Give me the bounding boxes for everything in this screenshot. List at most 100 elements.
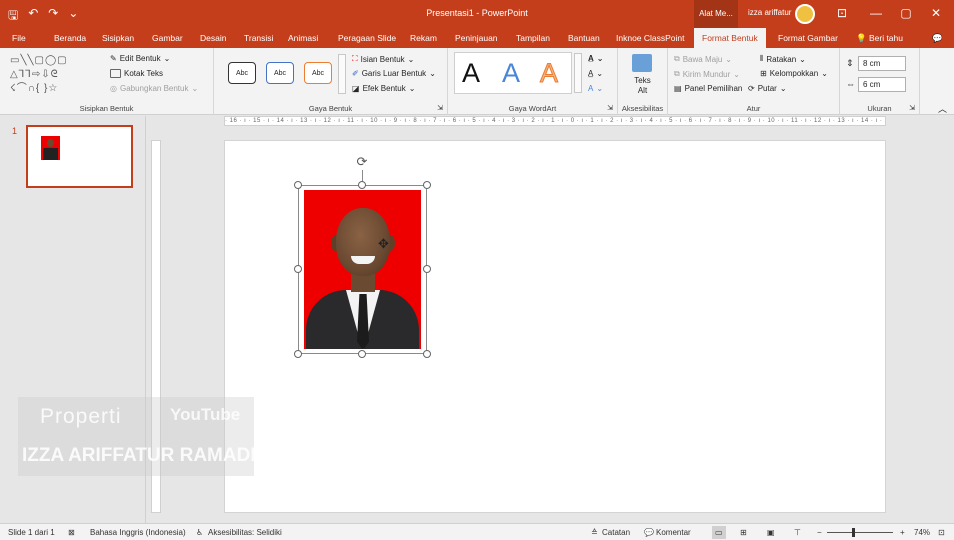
text-effects-icon: A — [588, 84, 594, 93]
fit-slide-icon[interactable]: ⊡ — [938, 528, 945, 537]
shape-style-preset-3[interactable]: Abc — [304, 62, 332, 84]
group-label: Atur — [746, 104, 761, 113]
resize-handle-top-right[interactable] — [423, 181, 431, 189]
bring-forward-label: Bawa Maju — [682, 54, 723, 64]
tab-animasi[interactable]: Animasi — [288, 28, 318, 48]
tab-format-gambar[interactable]: Format Gambar — [778, 28, 838, 48]
resize-handle-bottom-left[interactable] — [294, 350, 302, 358]
accessibility-status[interactable]: Aksesibilitas: Selidiki — [208, 528, 282, 537]
text-effects-button[interactable]: A ⌄ — [588, 84, 603, 93]
tab-transisi[interactable]: Transisi — [244, 28, 273, 48]
zoom-slider-thumb[interactable] — [852, 528, 855, 537]
tab-sisipkan[interactable]: Sisipkan — [102, 28, 134, 48]
maximize-icon[interactable]: ▢ — [896, 6, 916, 20]
text-outline-button[interactable]: A̲ ⌄ — [588, 69, 603, 78]
zoom-out-icon[interactable]: − — [817, 528, 822, 537]
slide-thumbnail[interactable] — [26, 125, 133, 188]
bring-forward-button[interactable]: ⧉ Bawa Maju ⌄ — [674, 54, 732, 64]
contextual-tab-media[interactable]: Alat Me... — [694, 0, 738, 28]
notes-button[interactable]: Catatan — [602, 528, 630, 537]
dialog-launcher-icon[interactable]: ⇲ — [909, 104, 915, 112]
rotate-handle-icon[interactable]: ⟳ — [355, 155, 369, 169]
zoom-slider[interactable] — [827, 532, 893, 533]
group-insert-shapes: ▭╲╲▢◯▢ △⅂⅂⇨⇩ᘓ ☇⌒∩{ }☆ ✎ Edit Bentuk ⌄ Kotak… — [0, 48, 214, 115]
text-box-icon — [110, 69, 121, 78]
selection-pane-button[interactable]: ▤ Panel Pemilihan — [674, 84, 742, 93]
text-box-button[interactable]: Kotak Teks — [110, 69, 163, 78]
shape-style-preset-2[interactable]: Abc — [266, 62, 294, 84]
normal-view-icon[interactable]: ▭ — [712, 526, 726, 539]
collapse-ribbon-icon[interactable]: ︿ — [938, 102, 947, 115]
send-backward-button[interactable]: ⧉ Kirim Mundur ⌄ — [674, 69, 740, 79]
selection-pane-label: Panel Pemilihan — [684, 84, 743, 93]
ribbon-display-icon[interactable]: ⊡ — [832, 6, 852, 20]
zoom-level[interactable]: 74% — [914, 528, 930, 537]
minimize-icon[interactable]: — — [866, 6, 886, 20]
group-label: Gaya WordArt — [508, 104, 557, 113]
resize-handle-bottom-right[interactable] — [423, 350, 431, 358]
resize-handle-top[interactable] — [358, 181, 366, 189]
edit-shape-button[interactable]: ✎ Edit Bentuk ⌄ — [110, 54, 170, 63]
group-label: Ukuran — [867, 104, 892, 113]
wordart-style-3[interactable]: A — [539, 58, 558, 89]
alt-text-button[interactable]: Teks Alt — [618, 76, 667, 96]
watermark-top: Properti — [40, 405, 122, 428]
shapes-gallery[interactable]: ▭╲╲▢◯▢ △⅂⅂⇨⇩ᘓ ☇⌒∩{ }☆ — [10, 54, 102, 96]
shape-style-preset-1[interactable]: Abc — [228, 62, 256, 84]
tab-peragaan-slide[interactable]: Peragaan Slide — [338, 28, 396, 48]
spellcheck-icon[interactable]: ⊠ — [68, 528, 75, 537]
group-button[interactable]: ⊞ Kelompokkan ⌄ — [760, 69, 828, 78]
tab-rekam[interactable]: Rekam — [410, 28, 437, 48]
dialog-launcher-icon[interactable]: ⇲ — [607, 104, 613, 112]
tab-file[interactable]: File — [12, 28, 26, 48]
zoom-in-icon[interactable]: + — [900, 528, 905, 537]
resize-handle-bottom[interactable] — [358, 350, 366, 358]
resize-handle-left[interactable] — [294, 265, 302, 273]
title-bar: 🖫 ↶ ↷ ⌄ Presentasi1 - PowerPoint Alat Me… — [0, 0, 954, 28]
tab-beranda[interactable]: Beranda — [54, 28, 86, 48]
close-icon[interactable]: ✕ — [926, 6, 946, 20]
tab-inknoe-classpoint[interactable]: Inknoe ClassPoint — [616, 28, 685, 48]
shape-outline-button[interactable]: ✐ Garis Luar Bentuk ⌄ — [352, 69, 436, 78]
send-backward-label: Kirim Mundur — [682, 69, 731, 79]
tell-me[interactable]: 💡 Beri tahu — [856, 28, 903, 48]
tab-desain[interactable]: Desain — [200, 28, 226, 48]
text-fill-button[interactable]: A̲ ⌄ — [588, 54, 603, 63]
tab-format-bentuk[interactable]: Format Bentuk — [694, 28, 766, 48]
group-label: Gaya Bentuk — [308, 104, 353, 113]
rotate-button[interactable]: ⟳ Putar ⌄ — [748, 84, 787, 93]
width-input[interactable]: 6 cm — [858, 77, 906, 92]
avatar[interactable] — [795, 4, 815, 24]
group-arrange: ⧉ Bawa Maju ⌄ ⧉ Kirim Mundur ⌄ ▤ Panel Pemi… — [668, 48, 840, 115]
group-accessibility: Teks Alt Aksesibilitas — [618, 48, 668, 115]
height-input[interactable]: 8 cm — [858, 56, 906, 71]
reading-view-icon[interactable]: ▣ — [767, 528, 775, 537]
resize-handle-top-left[interactable] — [294, 181, 302, 189]
tab-gambar[interactable]: Gambar — [152, 28, 183, 48]
tab-peninjauan[interactable]: Peninjauan — [455, 28, 498, 48]
comments-button[interactable]: Komentar — [656, 528, 691, 537]
merge-shapes-button[interactable]: ◎ Gabungkan Bentuk ⌄ — [110, 84, 198, 93]
tab-bantuan[interactable]: Bantuan — [568, 28, 600, 48]
resize-handle-right[interactable] — [423, 265, 431, 273]
group-label: Sisipkan Bentuk — [79, 104, 134, 113]
slideshow-icon[interactable]: ⊤ — [794, 528, 801, 537]
selection-frame — [298, 185, 427, 354]
wordart-scroll[interactable] — [574, 53, 582, 93]
dialog-launcher-icon[interactable]: ⇲ — [437, 104, 443, 112]
shape-effects-button[interactable]: ◪ Efek Bentuk ⌄ — [352, 84, 415, 93]
user-name[interactable]: izza ariffatur — [748, 8, 791, 17]
tab-tampilan[interactable]: Tampilan — [516, 28, 550, 48]
comments-icon[interactable]: 💬 — [932, 28, 943, 48]
comments-status-icon: 💬 — [644, 528, 654, 537]
shape-fill-button[interactable]: ⛶ Isian Bentuk ⌄ — [352, 54, 414, 64]
wordart-style-1[interactable]: A — [462, 58, 480, 89]
wordart-style-2[interactable]: A — [502, 58, 520, 89]
language-indicator[interactable]: Bahasa Inggris (Indonesia) — [90, 528, 186, 537]
shape-styles-scroll[interactable] — [338, 54, 346, 94]
selection-pane-icon: ▤ — [674, 84, 682, 93]
align-icon: ⫴ — [760, 54, 764, 63]
align-button[interactable]: ⫴ Ratakan ⌄ — [760, 54, 806, 64]
slide-sorter-icon[interactable]: ⊞ — [740, 528, 747, 537]
bring-forward-icon: ⧉ — [674, 54, 680, 63]
